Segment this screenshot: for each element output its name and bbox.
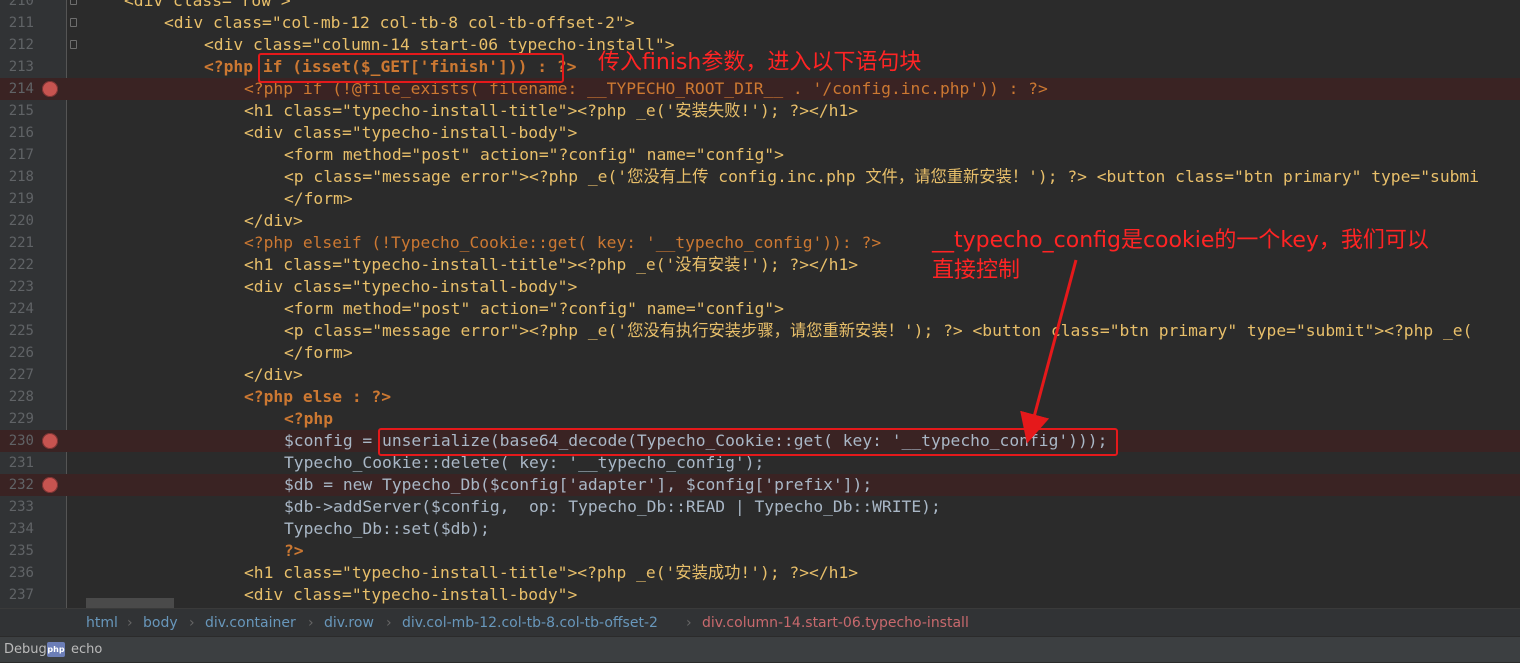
debug-tab-label[interactable]: Debug xyxy=(4,637,47,663)
breadcrumb-item-body[interactable]: body xyxy=(143,609,178,637)
breadcrumb-separator-icon: › xyxy=(189,615,195,631)
breadcrumb-separator-icon: › xyxy=(386,615,392,631)
run-config-name[interactable]: echo xyxy=(71,637,102,663)
breadcrumb-separator-icon: › xyxy=(686,615,692,631)
breadcrumb-item-container[interactable]: div.container xyxy=(205,609,296,637)
php-icon: php xyxy=(47,642,65,657)
annotation-arrow xyxy=(1020,259,1078,444)
breadcrumb-separator-icon: › xyxy=(308,615,314,631)
breadcrumb-item-row[interactable]: div.row xyxy=(324,609,374,637)
breadcrumb-separator-icon: › xyxy=(127,615,133,631)
horizontal-scrollbar[interactable] xyxy=(86,598,174,608)
breadcrumb-item-html[interactable]: html xyxy=(86,609,118,637)
status-bar: Debug php echo xyxy=(0,636,1520,662)
breadcrumb-item-column[interactable]: div.column-14.start-06.typecho-install xyxy=(702,609,969,637)
breadcrumb-item-col[interactable]: div.col-mb-12.col-tb-8.col-tb-offset-2 xyxy=(402,609,658,637)
breadcrumb: html › body › div.container › div.row › … xyxy=(0,608,1520,636)
code-editor[interactable]: 210 <div class="row"> 211 <div class="co… xyxy=(0,0,1520,608)
